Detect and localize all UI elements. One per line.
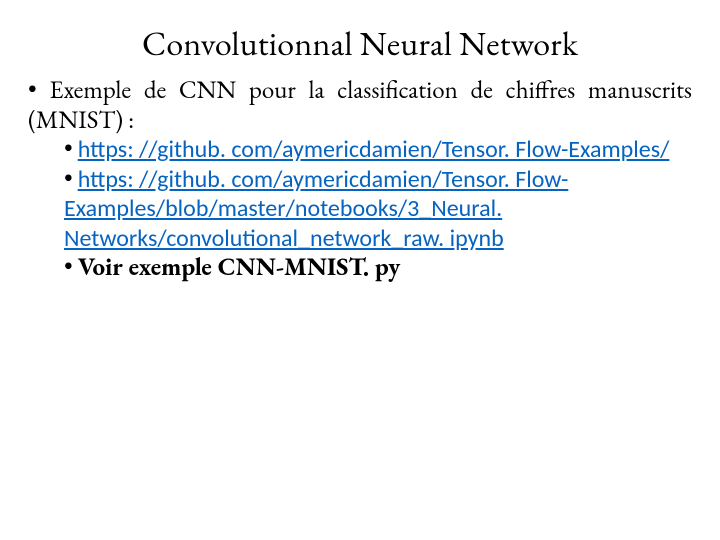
sub-item-link-2: • https: //github. com/aymericdamien/Ten… [64, 165, 692, 254]
slide-title: Convolutionnal Neural Network [28, 22, 692, 66]
sub-item-link-1: • https: //github. com/aymericdamien/Ten… [64, 135, 692, 165]
bullet-marker: • [28, 74, 49, 106]
intro-text: Exemple de CNN pour la classification de… [28, 74, 692, 136]
github-examples-link[interactable]: https: //github. com/aymericdamien/Tenso… [78, 135, 670, 164]
sub-item-example: • Voir exemple CNN-MNIST. py [64, 253, 692, 283]
example-text: Voir exemple CNN-MNIST. py [78, 251, 401, 283]
github-notebook-link[interactable]: https: //github. com/aymericdamien/Tenso… [64, 165, 568, 253]
slide-body: • Exemple de CNN pour la classification … [28, 76, 692, 283]
sublist: • https: //github. com/aymericdamien/Ten… [64, 135, 692, 283]
bullet-marker: • [64, 133, 78, 165]
bullet-marker: • [64, 251, 78, 283]
bullet-item-intro: • Exemple de CNN pour la classification … [28, 76, 692, 135]
slide: Convolutionnal Neural Network • Exemple … [0, 0, 720, 540]
bullet-marker: • [64, 163, 78, 195]
